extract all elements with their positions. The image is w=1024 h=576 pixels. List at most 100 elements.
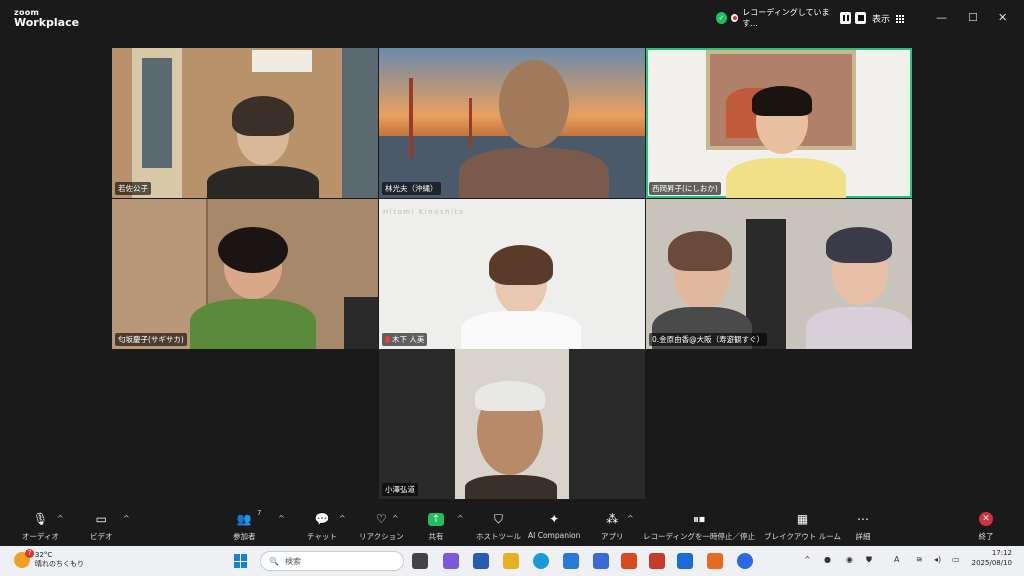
microphone-icon: 🎙 — [32, 512, 49, 526]
task-view-icon[interactable] — [412, 553, 428, 569]
video-tile[interactable]: 若佐公子 — [112, 48, 378, 198]
participant-name-tag: 林光夫（沖縄） — [382, 182, 441, 195]
close-icon[interactable]: ✕ — [998, 11, 1007, 24]
volume-icon[interactable]: ◂) — [934, 555, 941, 564]
weather-sun-icon: 7 — [14, 548, 34, 568]
zoom-logo: zoom Workplace — [14, 9, 80, 29]
participant-name-tag: 0.金原由香@大阪（寿遊観すぐ） — [649, 333, 768, 346]
breakout-label: ブレイクアウト ルーム — [764, 532, 842, 541]
more-label: 詳細 — [855, 532, 871, 541]
minimize-icon[interactable]: — — [936, 11, 947, 24]
video-tile[interactable]: 0.金原由香@大阪（寿遊観すぐ） — [646, 199, 912, 349]
apps-label: アプリ — [601, 532, 624, 541]
recording-control-button[interactable]: ⏸⏹ レコーディングを一時停止／停止 — [643, 511, 755, 542]
zoom-window: zoom Workplace ✓ レコーディングしています... 表示 — ☐ … — [0, 0, 1024, 546]
participant-body — [806, 307, 912, 349]
participant-name-tag: 小澤弘道 — [382, 483, 418, 496]
participants-button[interactable]: 👥 参加者 — [233, 511, 256, 542]
participant-hair — [218, 227, 288, 273]
video-tile-active-speaker[interactable]: 西岡昇子(にしおか) — [646, 48, 912, 198]
bridge-tower-2 — [469, 98, 472, 148]
system-clock[interactable]: 17:12 2025/08/10 — [972, 549, 1012, 569]
input-method-icon[interactable]: A — [894, 555, 899, 564]
reactions-options-chevron-icon[interactable]: ^ — [392, 514, 399, 523]
audio-options-chevron-icon[interactable]: ^ — [57, 514, 64, 523]
share-label: 共有 — [428, 532, 444, 541]
tray-chevron-icon[interactable]: ^ — [804, 555, 811, 564]
video-tile[interactable]: 林光夫（沖縄） — [379, 48, 645, 198]
meeting-toolbar: 🎙 オーディオ ^ ▭ ビデオ ^ 👥 参加者 7 ^ 💬 チャット ^ ♡ リ… — [0, 505, 1024, 546]
apps-options-chevron-icon[interactable]: ^ — [627, 514, 634, 523]
host-tools-button[interactable]: ⛉ ホストツール — [476, 511, 521, 542]
chat-options-chevron-icon[interactable]: ^ — [339, 514, 346, 523]
app-icon[interactable] — [621, 553, 637, 569]
video-options-chevron-icon[interactable]: ^ — [123, 514, 130, 523]
video-tile[interactable]: Hitomi Kinoshita 木下 人美 — [379, 199, 645, 349]
brand-line2: Workplace — [14, 16, 80, 29]
mic-muted-icon — [385, 336, 390, 343]
chat-button[interactable]: 💬 チャット — [307, 511, 337, 542]
share-button[interactable]: ↑ 共有 — [428, 511, 444, 542]
share-options-chevron-icon[interactable]: ^ — [457, 514, 464, 523]
apps-button[interactable]: ⁂ アプリ — [601, 511, 624, 542]
breakout-rooms-button[interactable]: ▦ ブレイクアウト ルーム — [764, 511, 841, 542]
zoom-app-icon[interactable] — [737, 553, 753, 569]
share-screen-icon: ↑ — [428, 511, 444, 527]
search-placeholder: 検索 — [284, 556, 301, 566]
participant-body — [459, 148, 609, 198]
weather-widget[interactable]: 7 32°C 晴れのちくもり — [14, 548, 84, 569]
windows-taskbar: 7 32°C 晴れのちくもり 🔍 検索 ^ ● ◉ ⛊ A ≋ ◂) ▭ 17:… — [0, 546, 1024, 576]
tray-security-icon[interactable]: ⛊ — [866, 555, 872, 565]
participant-body — [465, 475, 557, 499]
participants-options-chevron-icon[interactable]: ^ — [278, 514, 285, 523]
recording-control-label: レコーディングを一時停止／停止 — [643, 532, 755, 541]
weather-temp: 32°C — [35, 551, 53, 559]
maximize-icon[interactable]: ☐ — [968, 11, 978, 24]
recording-dot-icon — [730, 14, 739, 22]
weather-badge: 7 — [25, 548, 34, 558]
start-button-windows-icon[interactable] — [234, 554, 248, 568]
outlook-icon[interactable] — [677, 553, 693, 569]
participant-name-tag: 西岡昇子(にしおか) — [649, 182, 721, 195]
copilot-icon[interactable] — [443, 553, 459, 569]
video-tile[interactable]: 小澤弘道 — [379, 349, 645, 499]
tray-network-icon[interactable]: ◉ — [846, 555, 853, 564]
wifi-icon[interactable]: ≋ — [916, 555, 923, 564]
chat-label: チャット — [307, 532, 337, 541]
view-button[interactable]: 表示 — [872, 12, 905, 25]
doorway — [746, 219, 786, 349]
participant-name-tag: 木下 人美 — [382, 333, 428, 346]
audio-button[interactable]: 🎙 オーディオ — [22, 511, 59, 542]
host-tools-label: ホストツール — [476, 532, 521, 541]
word-icon[interactable] — [473, 553, 489, 569]
search-icon: 🔍 — [269, 556, 279, 566]
tray-app-icon[interactable]: ● — [824, 555, 831, 564]
ai-companion-button[interactable]: ✦ AI Companion — [528, 511, 580, 540]
edge-browser-icon[interactable] — [533, 553, 549, 569]
recording-indicator[interactable]: ✓ レコーディングしています... — [716, 8, 866, 28]
door-glass-right — [342, 48, 378, 198]
battery-icon[interactable]: ▭ — [952, 555, 960, 564]
video-label: ビデオ — [90, 532, 113, 541]
grid-view-icon — [896, 14, 905, 23]
stop-recording-icon[interactable] — [855, 12, 866, 24]
pause-stop-icon: ⏸⏹ — [692, 511, 705, 526]
participants-count: 7 — [257, 509, 262, 517]
end-meeting-button[interactable]: ✕ 終了 — [978, 511, 994, 542]
shield-icon: ⛉ — [493, 511, 503, 526]
firefox-icon[interactable] — [707, 553, 723, 569]
title-bar: zoom Workplace ✓ レコーディングしています... 表示 — ☐ … — [0, 0, 1024, 36]
taskbar-search[interactable]: 🔍 検索 — [260, 551, 404, 571]
video-tile[interactable]: 匂坂慶子(サギサカ) — [112, 199, 378, 349]
encryption-shield-icon[interactable]: ✓ — [716, 12, 727, 24]
weather-desc: 晴れのちくもり — [35, 559, 84, 568]
more-button[interactable]: ⋯ 詳細 — [855, 511, 871, 542]
more-dots-icon: ⋯ — [857, 512, 869, 526]
pause-recording-icon[interactable] — [840, 12, 852, 24]
participant-body — [726, 158, 846, 198]
video-button[interactable]: ▭ ビデオ — [90, 511, 113, 542]
store-icon[interactable] — [563, 553, 579, 569]
calculator-icon[interactable] — [593, 553, 609, 569]
powerpoint-icon[interactable] — [649, 553, 665, 569]
file-explorer-icon[interactable] — [503, 553, 519, 569]
